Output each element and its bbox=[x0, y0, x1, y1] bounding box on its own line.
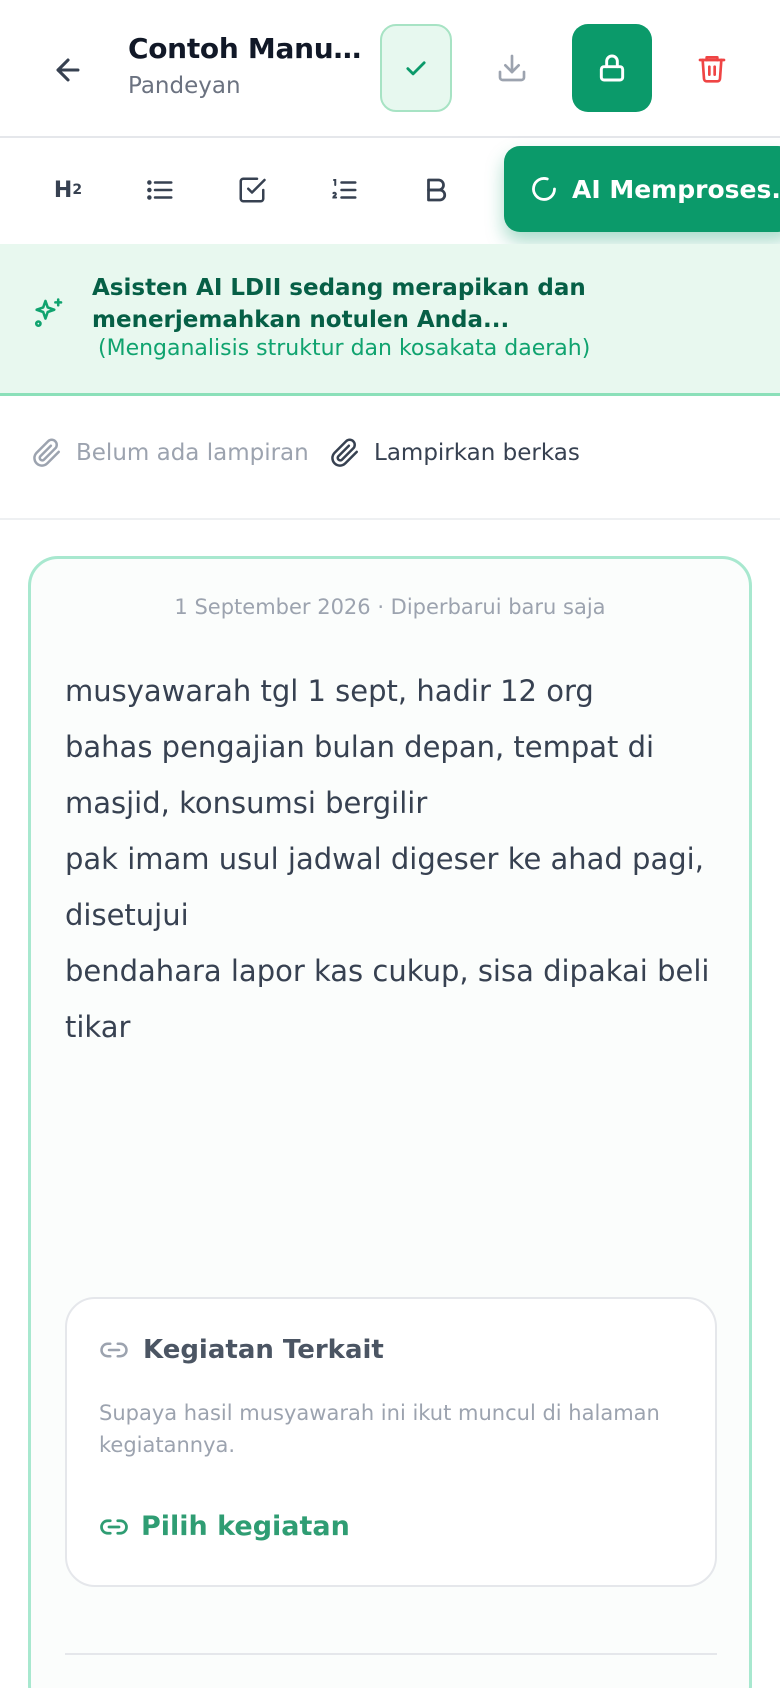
related-activity-header: Kegiatan Terkait bbox=[99, 1335, 384, 1365]
checklist-button[interactable] bbox=[226, 164, 278, 216]
bold-button[interactable] bbox=[410, 164, 462, 216]
paperclip-icon bbox=[331, 438, 358, 467]
spinner-icon bbox=[530, 175, 558, 203]
related-activity-description: Supaya hasil musyawarah ini ikut muncul … bbox=[99, 1401, 660, 1457]
related-activity-panel: Kegiatan Terkait Supaya hasil musyawarah… bbox=[65, 1297, 717, 1587]
ai-status-message: Asisten AI LDII sedang merapikan dan men… bbox=[92, 275, 586, 333]
divider bbox=[65, 1653, 717, 1655]
ai-status-banner: Asisten AI LDII sedang merapikan dan men… bbox=[0, 244, 780, 396]
heading-label: H bbox=[53, 177, 73, 203]
title-block: Contoh Manual ... Pandeyan bbox=[128, 32, 368, 99]
attachments-bar: Belum ada lampiran Lampirkan berkas bbox=[0, 400, 780, 520]
note-line: pak imam usul jadwal digeser ke ahad pag… bbox=[65, 842, 704, 932]
ai-status-detail: (Menganalisis struktur dan kosakata daer… bbox=[98, 336, 591, 361]
bullet-list-button[interactable] bbox=[134, 164, 186, 216]
note-card: 1 September 2026 · Diperbarui baru saja … bbox=[28, 556, 752, 1688]
attachments-empty-label: Belum ada lampiran bbox=[76, 440, 309, 466]
page-subtitle: Pandeyan bbox=[128, 73, 241, 99]
pick-activity-button[interactable]: Pilih kegiatan bbox=[99, 1511, 350, 1542]
checkbox-icon bbox=[239, 177, 266, 203]
ai-process-label: AI Memproses... bbox=[572, 174, 780, 204]
lock-button[interactable] bbox=[572, 24, 652, 112]
note-editor[interactable]: musyawarah tgl 1 sept, hadir 12 org baha… bbox=[65, 663, 735, 1055]
attach-file-button[interactable]: Lampirkan berkas bbox=[330, 438, 580, 468]
numbered-list-button[interactable] bbox=[318, 164, 370, 216]
bold-icon bbox=[427, 178, 447, 202]
link-icon bbox=[100, 1342, 128, 1358]
check-icon bbox=[406, 61, 426, 76]
sparkles-icon bbox=[32, 296, 66, 334]
pick-activity-label: Pilih kegiatan bbox=[141, 1511, 350, 1542]
attach-file-label: Lampirkan berkas bbox=[374, 440, 580, 466]
bullet-list-icon bbox=[147, 180, 173, 200]
app-header: Contoh Manual ... Pandeyan bbox=[0, 0, 780, 138]
note-line: musyawarah tgl 1 sept, hadir 12 org bbox=[65, 674, 594, 708]
link-icon bbox=[100, 1518, 128, 1535]
download-icon bbox=[498, 54, 526, 82]
attachments-empty-state: Belum ada lampiran bbox=[32, 438, 309, 468]
lock-icon bbox=[599, 54, 625, 82]
note-line: bendahara lapor kas cukup, sisa dipakai … bbox=[65, 954, 710, 1044]
download-button[interactable] bbox=[480, 24, 544, 112]
related-activity-title: Kegiatan Terkait bbox=[143, 1335, 384, 1365]
note-date: 1 September 2026 · Diperbarui baru saja bbox=[174, 595, 606, 619]
heading-sub-label: 2 bbox=[72, 182, 83, 198]
back-button[interactable] bbox=[42, 44, 94, 96]
page-title: Contoh Manual ... bbox=[128, 32, 368, 65]
trash-icon bbox=[698, 56, 726, 83]
numbered-list-icon bbox=[332, 179, 357, 199]
delete-button[interactable] bbox=[676, 24, 748, 112]
heading-button[interactable]: H2 bbox=[42, 164, 94, 216]
note-line: bahas pengajian bulan depan, tempat di m… bbox=[65, 730, 655, 820]
ai-process-button[interactable]: AI Memproses... bbox=[504, 146, 780, 232]
arrow-left-icon bbox=[56, 58, 80, 82]
save-button[interactable] bbox=[380, 24, 452, 112]
paperclip-icon bbox=[33, 438, 60, 467]
